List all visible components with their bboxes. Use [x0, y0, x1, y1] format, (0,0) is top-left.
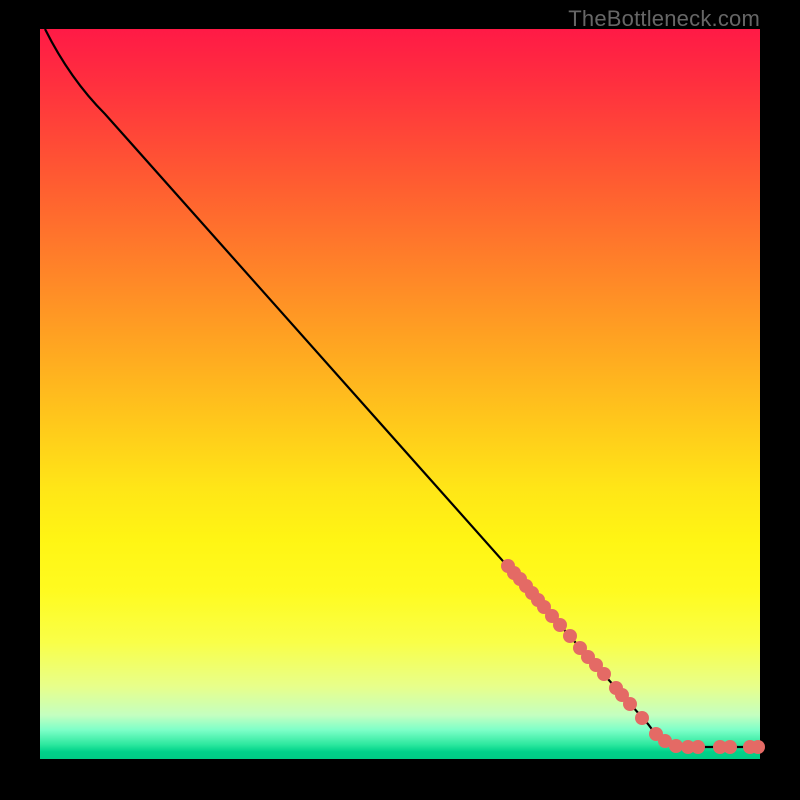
data-marker [623, 697, 637, 711]
curve-layer [40, 29, 760, 759]
data-marker [563, 629, 577, 643]
data-marker [751, 740, 765, 754]
bottleneck-curve [45, 29, 760, 747]
data-marker [691, 740, 705, 754]
data-marker [635, 711, 649, 725]
data-marker [723, 740, 737, 754]
chart-frame: TheBottleneck.com [0, 0, 800, 800]
data-marker [597, 667, 611, 681]
plot-area [40, 29, 760, 759]
